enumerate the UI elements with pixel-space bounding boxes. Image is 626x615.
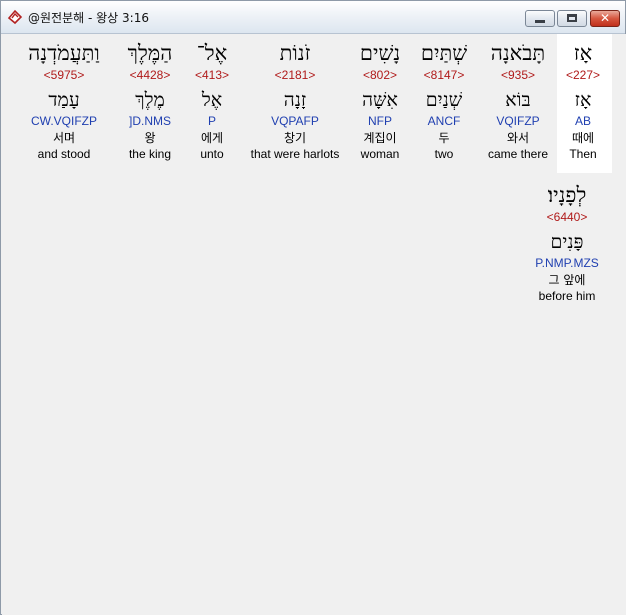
hebrew-lemma: עָמַד bbox=[48, 89, 80, 111]
minimize-button[interactable] bbox=[525, 10, 555, 27]
word-column[interactable]: הַמֶּלֶךְ <4428> מֶלֶךְ ]D.NMS 왕 the kin… bbox=[128, 38, 173, 162]
word-column[interactable]: תָּבֹאנָה <935> בּוֹא VQIFZP 와서 came the… bbox=[488, 38, 548, 162]
hebrew-lemma: אָז bbox=[574, 89, 592, 111]
interlinear-panel: אָז <227> אָז AB 때에 Then תָּבֹאנָה <935>… bbox=[2, 34, 626, 615]
hebrew-lemma: מֶלֶךְ bbox=[135, 89, 165, 111]
hebrew-word: שְׁתַּיִם bbox=[420, 41, 468, 65]
english-gloss: and stood bbox=[37, 147, 91, 161]
strong-number[interactable]: <802> bbox=[360, 68, 400, 83]
strong-number[interactable]: <413> bbox=[195, 68, 229, 83]
maximize-icon bbox=[567, 14, 577, 22]
morphology-code[interactable]: NFP bbox=[360, 114, 400, 130]
word-column[interactable]: וַתַּעֲמֹדְנָה <5975> עָמַד CW.VQIFZP 서며… bbox=[28, 38, 100, 162]
minimize-icon bbox=[535, 20, 545, 23]
korean-gloss: 서며 bbox=[52, 131, 76, 145]
english-gloss: Then bbox=[569, 147, 597, 161]
hebrew-word: תָּבֹאנָה bbox=[490, 41, 546, 65]
window-title: @원전분해 - 왕상 3:16 bbox=[28, 11, 149, 25]
hebrew-word: אָז bbox=[573, 41, 593, 65]
morphology-code[interactable]: CW.VQIFZP bbox=[28, 114, 100, 130]
korean-gloss: 창기 bbox=[283, 131, 307, 145]
hebrew-lemma: בּוֹא bbox=[505, 89, 531, 111]
hebrew-lemma: אֶל bbox=[201, 89, 223, 111]
hebrew-lemma: פָּנִים bbox=[550, 231, 584, 253]
strong-number[interactable]: <935> bbox=[488, 68, 548, 83]
english-gloss: two bbox=[434, 147, 454, 161]
morphology-code[interactable]: AB bbox=[566, 114, 600, 130]
hebrew-word: הַמֶּלֶךְ bbox=[127, 41, 173, 65]
korean-gloss: 에게 bbox=[200, 131, 224, 145]
english-gloss: unto bbox=[200, 147, 224, 161]
hebrew-lemma: אִשָּׁה bbox=[362, 89, 398, 111]
hebrew-lemma: שְׁנַיִם bbox=[425, 89, 463, 111]
korean-gloss: 두 bbox=[438, 131, 450, 145]
word-column[interactable]: נָשִׁים <802> אִשָּׁה NFP 계집이 woman bbox=[360, 38, 400, 162]
morphology-code[interactable]: ANCF bbox=[421, 114, 467, 130]
hebrew-word: אֶל־ bbox=[196, 41, 228, 65]
close-icon: ✕ bbox=[599, 11, 611, 25]
strong-number[interactable]: <2181> bbox=[251, 68, 340, 83]
word-column[interactable]: אָז <227> אָז AB 때에 Then bbox=[566, 38, 600, 162]
english-gloss: that were harlots bbox=[250, 147, 340, 161]
word-column[interactable]: לְפָנָיו׃ <6440> פָּנִים P.NMP.MZS 그 앞에 … bbox=[535, 180, 599, 304]
word-column[interactable]: אֶל־ <413> אֶל P 에게 unto bbox=[195, 38, 229, 162]
maximize-button[interactable] bbox=[557, 10, 587, 27]
morphology-code[interactable]: VQIFZP bbox=[488, 114, 548, 130]
english-gloss: the king bbox=[128, 147, 172, 161]
korean-gloss: 왕 bbox=[144, 131, 156, 145]
hebrew-word: נָשִׁים bbox=[359, 41, 401, 65]
korean-gloss: 때에 bbox=[571, 131, 595, 145]
strong-number[interactable]: <227> bbox=[566, 68, 600, 83]
strong-number[interactable]: <6440> bbox=[535, 210, 599, 225]
morphology-code[interactable]: ]D.NMS bbox=[128, 114, 173, 130]
word-column[interactable]: זֹנוֹת <2181> זָנָה VQPAFP 창기 that were … bbox=[251, 38, 340, 162]
korean-gloss: 계집이 bbox=[363, 131, 397, 145]
strong-number[interactable]: <4428> bbox=[128, 68, 173, 83]
hebrew-word: לְפָנָיו׃ bbox=[547, 183, 587, 207]
hebrew-word: זֹנוֹת bbox=[279, 41, 311, 65]
close-button[interactable]: ✕ bbox=[590, 10, 620, 27]
english-gloss: before him bbox=[538, 289, 596, 303]
korean-gloss: 그 앞에 bbox=[548, 273, 586, 287]
strong-number[interactable]: <8147> bbox=[421, 68, 467, 83]
korean-gloss: 와서 bbox=[506, 131, 530, 145]
app-icon bbox=[7, 9, 23, 25]
app-window: @원전분해 - 왕상 3:16 ✕ אָז <227> אָז AB 때에 Th… bbox=[0, 0, 626, 615]
hebrew-lemma: זָנָה bbox=[283, 89, 307, 111]
morphology-code[interactable]: VQPAFP bbox=[251, 114, 340, 130]
word-column[interactable]: שְׁתַּיִם <8147> שְׁנַיִם ANCF 두 two bbox=[421, 38, 467, 162]
morphology-code[interactable]: P bbox=[195, 114, 229, 130]
hebrew-word: וַתַּעֲמֹדְנָה bbox=[28, 41, 100, 65]
english-gloss: came there bbox=[487, 147, 549, 161]
strong-number[interactable]: <5975> bbox=[28, 68, 100, 83]
morphology-code[interactable]: P.NMP.MZS bbox=[535, 256, 599, 272]
title-bar[interactable]: @원전분해 - 왕상 3:16 ✕ bbox=[1, 1, 625, 34]
english-gloss: woman bbox=[360, 147, 400, 161]
